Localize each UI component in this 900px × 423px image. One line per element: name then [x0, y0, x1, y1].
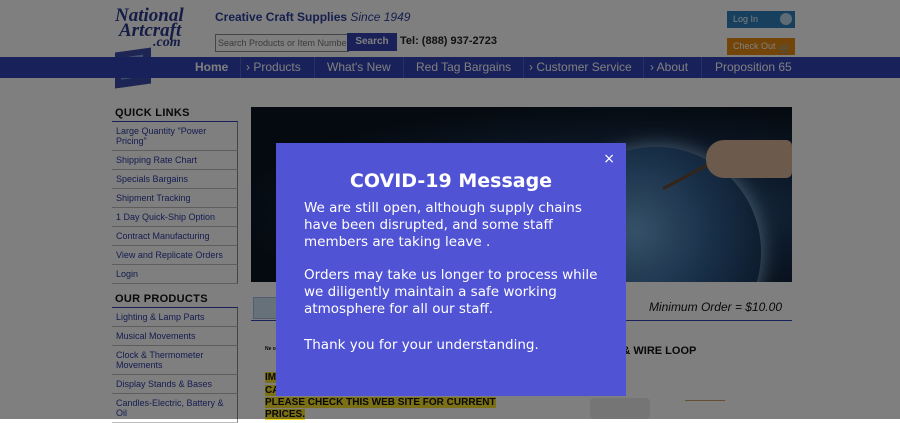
modal-paragraph-2: Orders may take us longer to process whi…	[304, 267, 598, 317]
modal-paragraph-3: Thank you for your understanding.	[304, 337, 539, 353]
close-icon[interactable]: ×	[603, 151, 615, 167]
modal-title: COVID-19 Message	[349, 170, 553, 192]
covid-message-modal: × COVID-19 Message We are still open, al…	[276, 143, 626, 396]
modal-paragraph-1: We are still open, although supply chain…	[304, 200, 582, 250]
